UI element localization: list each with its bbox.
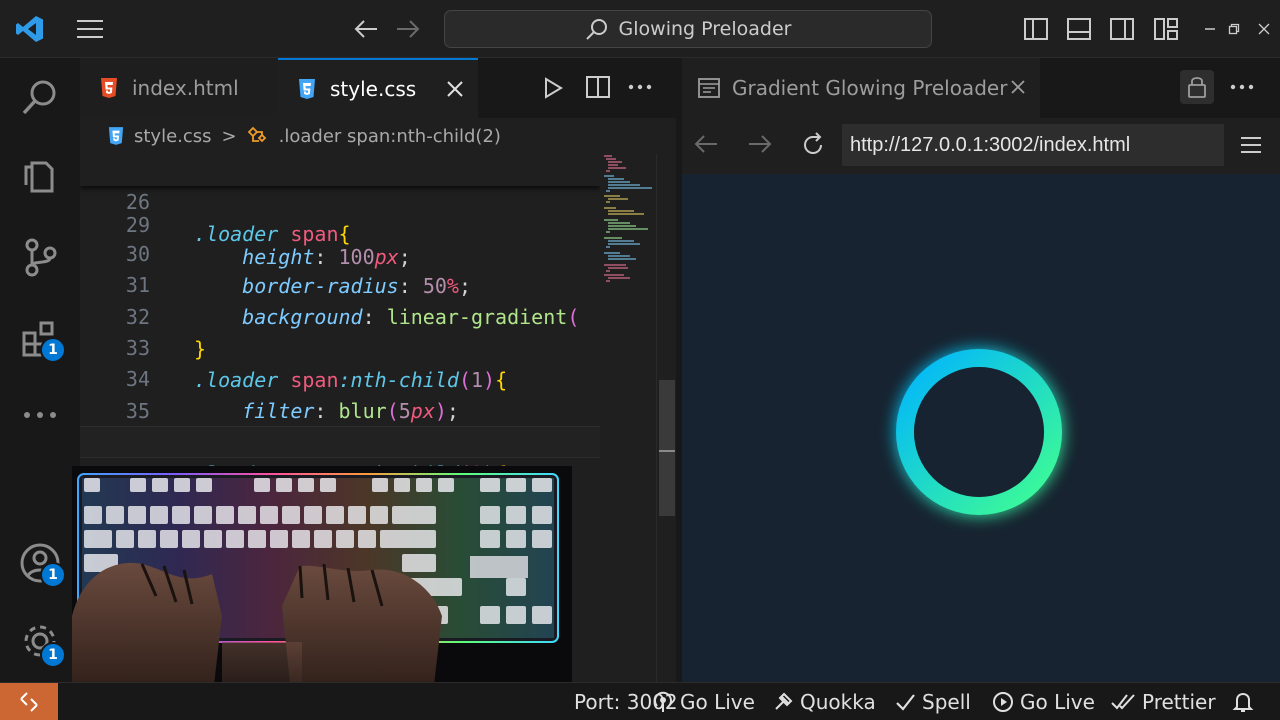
extensions-badge: 1: [40, 337, 66, 363]
breadcrumb-symbol[interactable]: .loader span:nth-child(2): [279, 126, 501, 147]
webcam-overlay: [72, 466, 572, 702]
search-view-icon[interactable]: [0, 62, 80, 132]
code-line: 33 .loader span:nth-child(1){: [80, 300, 600, 392]
prettier-button[interactable]: Prettier: [1110, 683, 1216, 720]
menu-icon[interactable]: [70, 0, 110, 58]
minimize-icon[interactable]: [1198, 0, 1222, 58]
broadcast-icon: [654, 691, 672, 712]
editor-scrollbar[interactable]: [656, 154, 676, 682]
browser-preview-icon: [698, 78, 720, 98]
spell-label: Spell: [922, 690, 971, 714]
forward-arrow-icon[interactable]: [390, 0, 426, 58]
manage-gear-icon[interactable]: 1: [0, 606, 80, 676]
accounts-badge: 1: [40, 562, 66, 588]
status-bar: Port: 3002 Go Live Quokka Spell Go Live …: [0, 682, 1280, 720]
sticky-scroll-line[interactable]: 26 .loader span{: [80, 154, 600, 246]
minimap[interactable]: [600, 154, 656, 682]
remote-indicator[interactable]: [0, 683, 58, 720]
editor-tab-bar: index.html style.css: [80, 58, 676, 118]
code-line: 35 }: [80, 363, 600, 455]
browser-tab-title: Gradient Glowing Preloader: [732, 76, 1008, 100]
more-actions-icon[interactable]: [628, 84, 652, 90]
scrollbar-cursor-marker: [659, 450, 675, 452]
check-icon: [896, 694, 915, 711]
glowing-preloader-ring: [895, 348, 1063, 516]
tab-index-html[interactable]: index.html: [80, 58, 278, 118]
search-icon: [585, 19, 607, 40]
code-line: 34 filter: blur(5px);: [80, 331, 600, 423]
browser-tab-bar: Gradient Glowing Preloader: [682, 58, 1280, 118]
browser-nav-bar: http://127.0.0.1:3002/index.html: [682, 118, 1280, 174]
quokka-icon: [775, 692, 793, 710]
toggle-primary-sidebar-icon[interactable]: [1020, 0, 1052, 58]
url-text: http://127.0.0.1:3002/index.html: [850, 133, 1131, 156]
browser-back-icon[interactable]: [694, 134, 718, 154]
remote-icon: [20, 692, 38, 712]
browser-preview: [682, 174, 1280, 682]
double-check-icon: [1111, 694, 1135, 710]
keyboard-hands-image: [72, 466, 572, 702]
browser-reload-icon[interactable]: [800, 132, 826, 158]
tab-style-css[interactable]: style.css: [278, 58, 478, 118]
close-tab-icon[interactable]: [1010, 79, 1026, 95]
code-line-current: 37 filter: blur(10px);: [80, 426, 600, 521]
more-views-icon[interactable]: [0, 380, 80, 450]
code-line: 32 }: [80, 269, 600, 361]
close-window-icon[interactable]: [1252, 0, 1276, 58]
html-file-icon: [100, 77, 118, 99]
command-center-text: Glowing Preloader: [618, 18, 792, 40]
go-live-label: Go Live: [680, 690, 755, 714]
explorer-icon[interactable]: [0, 140, 80, 210]
line-text: .loader span{: [194, 222, 351, 246]
customize-layout-icon[interactable]: [1150, 0, 1182, 58]
manage-badge: 1: [40, 642, 66, 668]
notifications-bell-icon[interactable]: [1232, 683, 1254, 720]
run-icon[interactable]: [542, 77, 564, 99]
quokka-button[interactable]: Quokka: [772, 683, 876, 720]
browser-menu-icon[interactable]: [1240, 136, 1262, 154]
restore-icon[interactable]: [1222, 0, 1246, 58]
prettier-label: Prettier: [1142, 690, 1216, 714]
go-live-label: Go Live: [1020, 690, 1095, 714]
source-control-icon[interactable]: [0, 222, 80, 292]
accounts-icon[interactable]: 1: [0, 528, 80, 598]
command-center[interactable]: Glowing Preloader: [444, 10, 932, 48]
minimap-preview: [604, 155, 652, 282]
tab-simple-browser[interactable]: Gradient Glowing Preloader: [682, 58, 1040, 118]
breadcrumb-separator: >: [221, 125, 237, 147]
go-live-server-button[interactable]: Go Live: [992, 683, 1095, 720]
play-circle-icon: [993, 692, 1013, 712]
symbol-class-icon: [247, 126, 269, 146]
toggle-panel-icon[interactable]: [1063, 0, 1095, 58]
vscode-logo-icon: [10, 0, 50, 58]
toggle-secondary-sidebar-icon[interactable]: [1106, 0, 1138, 58]
line-number: 26: [125, 190, 150, 214]
close-tab-icon[interactable]: [446, 80, 464, 98]
css-file-icon: [298, 78, 316, 100]
quokka-label: Quokka: [800, 690, 876, 714]
breadcrumb: style.css > .loader span:nth-child(2): [80, 118, 676, 154]
tab-label: index.html: [132, 76, 239, 100]
title-bar: Glowing Preloader: [0, 0, 1280, 58]
css-file-icon: [108, 126, 124, 146]
breadcrumb-file[interactable]: style.css: [134, 126, 212, 147]
browser-forward-icon[interactable]: [748, 134, 772, 154]
code-line: 36 .loader span:nth-child(2){: [80, 394, 600, 486]
url-input[interactable]: http://127.0.0.1:3002/index.html: [842, 124, 1224, 166]
activity-bar: 1 1 1: [0, 58, 80, 682]
back-arrow-icon[interactable]: [348, 0, 384, 58]
spell-button[interactable]: Spell: [894, 683, 971, 720]
lock-icon[interactable]: [1180, 70, 1214, 104]
tab-label: style.css: [330, 77, 417, 101]
scrollbar-thumb[interactable]: [659, 380, 675, 516]
extensions-icon[interactable]: 1: [0, 304, 80, 374]
more-actions-icon[interactable]: [1230, 84, 1254, 90]
split-editor-icon[interactable]: [586, 76, 610, 98]
go-live-button[interactable]: Go Live: [652, 683, 755, 720]
